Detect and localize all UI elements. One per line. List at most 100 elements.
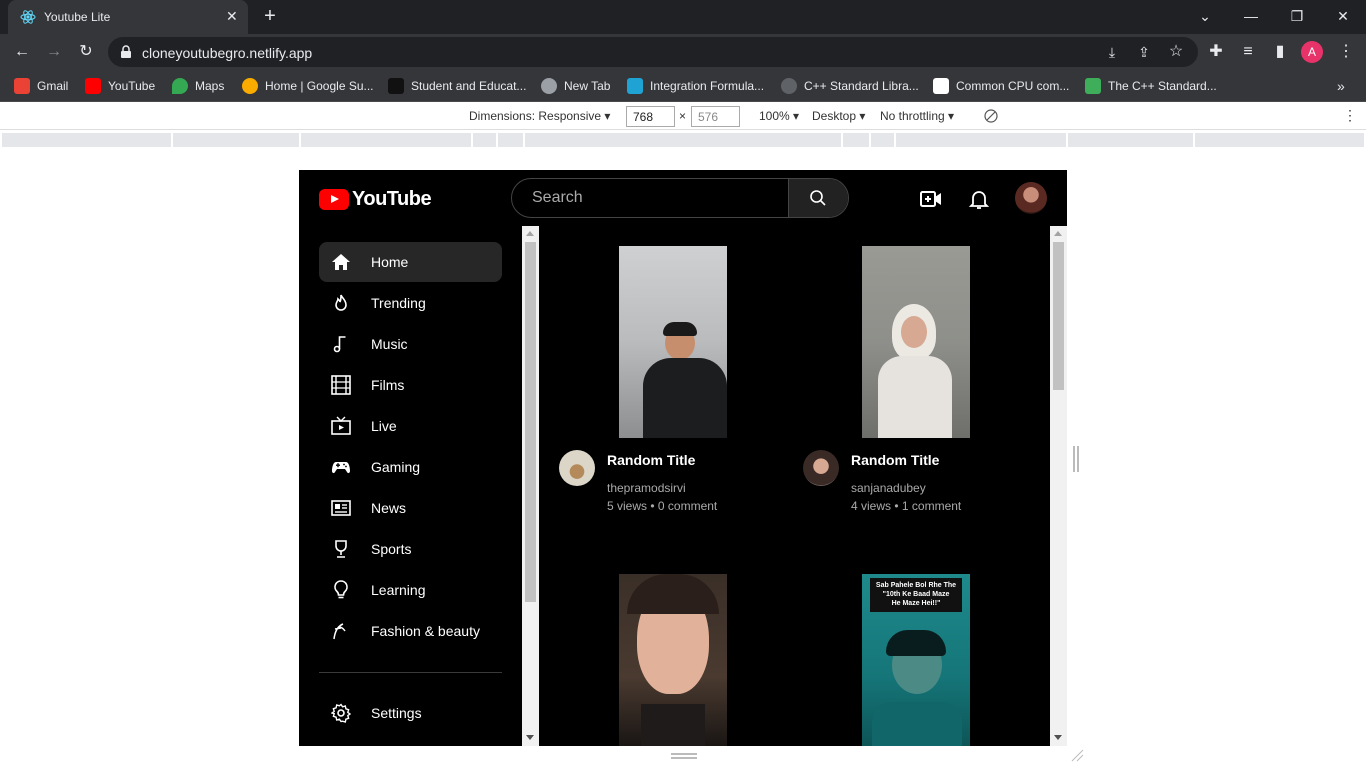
video-thumbnail[interactable] bbox=[862, 246, 970, 438]
rotate-disabled-icon[interactable] bbox=[984, 109, 998, 123]
scroll-up-arrow-icon[interactable] bbox=[1054, 231, 1062, 236]
sidebar-item-gaming[interactable]: Gaming bbox=[319, 447, 502, 487]
media-query-ruler bbox=[0, 131, 1366, 148]
sidebar-item-live[interactable]: Live bbox=[319, 406, 502, 446]
resize-handle-bottom[interactable] bbox=[671, 753, 697, 759]
sidebar-item-fashion-beauty[interactable]: Fashion & beauty bbox=[319, 611, 502, 651]
sidebar: Home Trending Music Films Live Gaming Ne… bbox=[299, 226, 522, 746]
sidebar-scroll-thumb[interactable] bbox=[525, 242, 536, 602]
sidebar-item-films[interactable]: Films bbox=[319, 365, 502, 405]
width-input[interactable]: 768 bbox=[626, 106, 675, 127]
ruler-segment[interactable] bbox=[473, 133, 496, 147]
tab-search-chevron-icon[interactable]: ⌄ bbox=[1182, 0, 1228, 34]
media-queue-icon[interactable]: ≡ bbox=[1238, 42, 1258, 62]
tab-close-icon[interactable]: ✕ bbox=[226, 8, 238, 25]
video-thumbnail[interactable]: Sab Pahele Bol Rhe The "10th Ke Baad Maz… bbox=[862, 574, 970, 746]
search-input[interactable] bbox=[512, 179, 789, 217]
sidebar-item-settings[interactable]: Settings bbox=[319, 693, 502, 733]
feed-scroll-thumb[interactable] bbox=[1053, 242, 1064, 390]
fire-icon bbox=[335, 294, 347, 311]
create-video-icon[interactable] bbox=[919, 187, 943, 211]
browser-toolbar: ← → ↻ cloneyoutubegro.netlify.app ⤓ ⇪ ☆ … bbox=[0, 34, 1366, 70]
bookmark-integration[interactable]: Integration Formula... bbox=[627, 76, 764, 96]
device-type-select[interactable]: Desktop ▾ bbox=[812, 109, 865, 123]
resize-corner-icon[interactable] bbox=[1070, 748, 1084, 762]
bookmark-youtube[interactable]: YouTube bbox=[85, 76, 155, 96]
ruler-segment[interactable] bbox=[896, 133, 1066, 147]
channel-name[interactable]: thepramodsirvi bbox=[607, 481, 686, 495]
sidebar-item-home[interactable]: Home bbox=[319, 242, 502, 282]
ruler-segment[interactable] bbox=[173, 133, 299, 147]
scroll-up-arrow-icon[interactable] bbox=[526, 231, 534, 236]
scroll-down-arrow-icon[interactable] bbox=[1054, 735, 1062, 740]
channel-name[interactable]: sanjanadubey bbox=[851, 481, 926, 495]
video-title[interactable]: Random Title bbox=[607, 452, 695, 468]
back-arrow-icon[interactable]: ← bbox=[12, 42, 32, 62]
notification-bell-icon[interactable] bbox=[967, 187, 991, 211]
url-text: cloneyoutubegro.netlify.app bbox=[142, 45, 313, 61]
video-title[interactable]: Random Title bbox=[851, 452, 939, 468]
video-thumbnail[interactable] bbox=[619, 246, 727, 438]
newspaper-icon bbox=[331, 500, 351, 516]
youtube-logo[interactable]: YouTube bbox=[319, 188, 432, 210]
restore-button[interactable]: ❐ bbox=[1274, 0, 1320, 34]
channel-avatar[interactable] bbox=[803, 450, 839, 486]
bookmark-google-sites[interactable]: Home | Google Su... bbox=[242, 76, 374, 96]
scroll-down-arrow-icon[interactable] bbox=[526, 735, 534, 740]
thumbnail-person-hair bbox=[886, 630, 946, 656]
bookmark-cpp-standard[interactable]: The C++ Standard... bbox=[1085, 76, 1217, 96]
install-app-icon[interactable]: ⤓ bbox=[1102, 42, 1122, 62]
forward-arrow-icon[interactable]: → bbox=[44, 42, 64, 62]
resize-handle-right[interactable] bbox=[1073, 446, 1079, 472]
more-bookmarks-chevron-icon[interactable]: » bbox=[1337, 76, 1345, 96]
new-tab-button[interactable]: + bbox=[258, 6, 282, 28]
bookmark-student[interactable]: Student and Educat... bbox=[388, 76, 526, 96]
search-icon bbox=[810, 190, 826, 206]
reload-icon[interactable]: ↻ bbox=[76, 42, 96, 62]
ruler-segment[interactable] bbox=[498, 133, 523, 147]
close-window-button[interactable]: ✕ bbox=[1320, 0, 1366, 34]
device-toolbar: Dimensions: Responsive ▾ 768 × 576 100% … bbox=[0, 102, 1366, 130]
throttling-select[interactable]: No throttling ▾ bbox=[880, 109, 954, 123]
ruler-segment[interactable] bbox=[2, 133, 171, 147]
thumbnail-person-body bbox=[643, 358, 727, 438]
sidebar-item-trending[interactable]: Trending bbox=[319, 283, 502, 323]
minimize-button[interactable]: — bbox=[1228, 0, 1274, 34]
bookmark-star-icon[interactable]: ☆ bbox=[1166, 42, 1186, 62]
ruler-segment[interactable] bbox=[525, 133, 841, 147]
channel-avatar[interactable] bbox=[559, 450, 595, 486]
bookmark-cpu[interactable]: Common CPU com... bbox=[933, 76, 1069, 96]
sidebar-item-news[interactable]: News bbox=[319, 488, 502, 528]
menu-kebab-icon[interactable]: ⋮ bbox=[1336, 42, 1356, 62]
ruler-segment[interactable] bbox=[1068, 133, 1193, 147]
ruler-segment[interactable] bbox=[843, 133, 869, 147]
share-icon[interactable]: ⇪ bbox=[1134, 42, 1154, 62]
user-avatar[interactable] bbox=[1015, 182, 1047, 214]
dimensions-select[interactable]: Dimensions: Responsive ▾ bbox=[469, 109, 610, 123]
bookmark-gmail[interactable]: Gmail bbox=[14, 76, 68, 96]
extensions-puzzle-icon[interactable]: ✚ bbox=[1206, 42, 1226, 62]
side-panel-icon[interactable]: ▮ bbox=[1270, 42, 1290, 62]
sidebar-scrollbar[interactable] bbox=[522, 226, 539, 746]
feed-scrollbar[interactable] bbox=[1050, 226, 1067, 746]
height-input[interactable]: 576 bbox=[691, 106, 740, 127]
ruler-segment[interactable] bbox=[301, 133, 471, 147]
search-bar bbox=[511, 178, 849, 218]
profile-avatar[interactable]: A bbox=[1301, 41, 1323, 63]
device-toolbar-more-icon[interactable]: ⋮ bbox=[1343, 107, 1357, 124]
sidebar-item-learning[interactable]: Learning bbox=[319, 570, 502, 610]
zoom-select[interactable]: 100% ▾ bbox=[759, 109, 799, 123]
ruler-segment[interactable] bbox=[1195, 133, 1364, 147]
video-thumbnail[interactable] bbox=[619, 574, 727, 746]
sidebar-item-sports[interactable]: Sports bbox=[319, 529, 502, 569]
bookmark-cpp-library[interactable]: C++ Standard Libra... bbox=[781, 76, 919, 96]
bookmark-maps[interactable]: Maps bbox=[172, 76, 224, 96]
bookmark-new-tab[interactable]: New Tab bbox=[541, 76, 610, 96]
times-sign: × bbox=[679, 109, 687, 123]
address-bar[interactable]: cloneyoutubegro.netlify.app ⤓ ⇪ ☆ bbox=[108, 37, 1198, 67]
ruler-segment[interactable] bbox=[871, 133, 894, 147]
sidebar-divider bbox=[319, 672, 502, 673]
sidebar-item-music[interactable]: Music bbox=[319, 324, 502, 364]
search-button[interactable] bbox=[788, 179, 848, 217]
browser-tab[interactable]: Youtube Lite ✕ bbox=[8, 0, 248, 34]
